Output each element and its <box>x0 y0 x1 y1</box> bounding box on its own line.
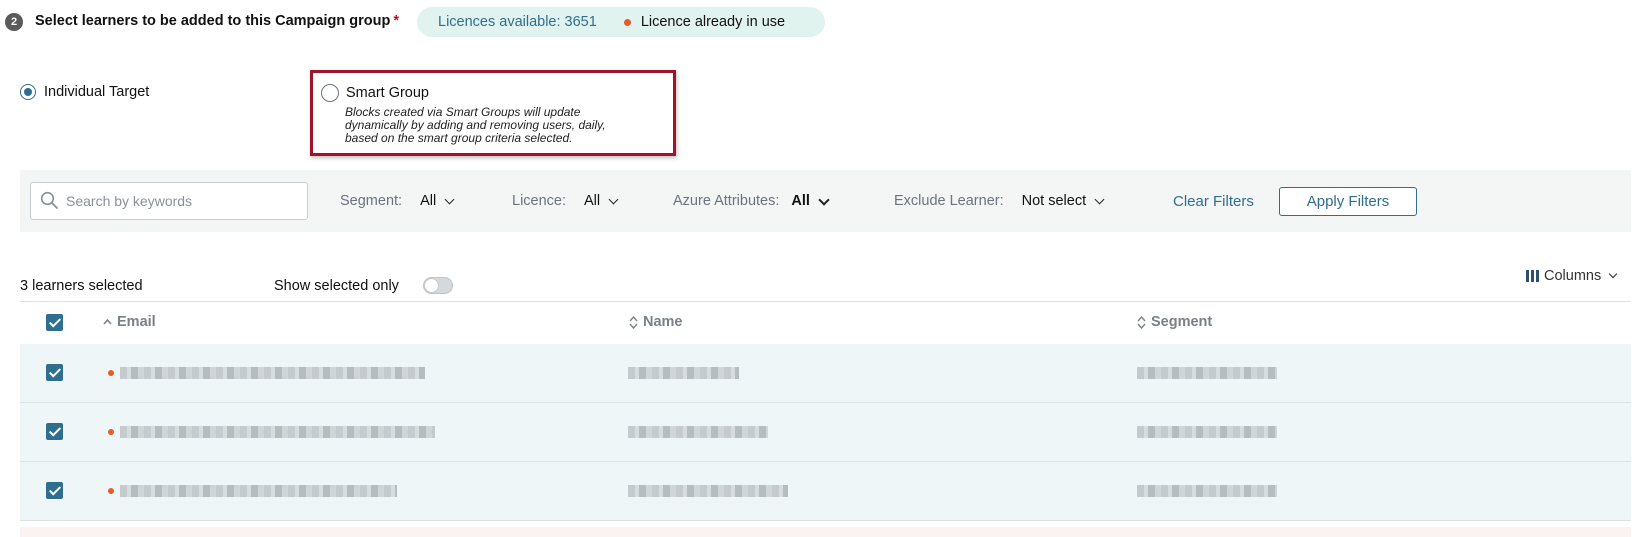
name-cell-redacted <box>628 367 739 379</box>
name-cell-redacted <box>628 426 768 438</box>
columns-button[interactable]: Columns <box>1526 268 1618 284</box>
search-icon <box>40 191 58 209</box>
chevron-down-icon <box>444 194 455 205</box>
table-row[interactable] <box>20 462 1631 521</box>
toggle-knob <box>425 279 438 292</box>
sort-icon <box>1137 315 1146 329</box>
clear-filters-link[interactable]: Clear Filters <box>1173 193 1254 210</box>
licence-filter-label: Licence: <box>512 193 567 209</box>
section-title: Select learners to be added to this Camp… <box>35 13 399 29</box>
show-selected-label: Show selected only <box>274 278 399 294</box>
row-checkbox[interactable] <box>46 423 63 440</box>
sort-icon <box>629 315 638 329</box>
columns-label: Columns <box>1544 268 1602 284</box>
selected-count: 3 learners selected <box>20 278 143 294</box>
segment-cell-redacted <box>1137 367 1277 379</box>
table-row[interactable] <box>20 344 1631 403</box>
segment-filter-value: All <box>420 193 437 209</box>
chevron-down-icon <box>818 193 830 206</box>
row-checkbox[interactable] <box>46 364 63 381</box>
segment-header-label: Segment <box>1151 314 1213 330</box>
licence-in-use-dot-icon <box>108 488 114 494</box>
individual-target-radio[interactable] <box>20 84 36 100</box>
search-placeholder: Search by keywords <box>66 193 193 209</box>
licence-in-use-dot-icon <box>108 429 114 435</box>
email-cell-redacted <box>120 367 425 379</box>
email-header-label: Email <box>117 314 156 330</box>
segment-cell-redacted <box>1137 426 1277 438</box>
licence-in-use-legend: Licence already in use <box>640 14 786 30</box>
row-checkbox[interactable] <box>46 482 63 499</box>
required-marker: * <box>393 13 399 29</box>
exclude-learner-filter-label: Exclude Learner: <box>894 193 1004 209</box>
licence-filter[interactable]: Licence: All <box>512 193 619 209</box>
individual-target-option[interactable]: Individual Target <box>20 84 149 100</box>
section-title-text: Select learners to be added to this Camp… <box>35 13 391 29</box>
segment-cell-redacted <box>1137 485 1277 497</box>
name-column-header[interactable]: Name <box>629 314 683 330</box>
chevron-down-icon <box>608 194 619 205</box>
smart-group-description: Blocks created via Smart Groups will upd… <box>345 106 655 145</box>
email-column-header[interactable]: Email <box>103 314 156 330</box>
chevron-down-icon <box>1608 269 1618 279</box>
azure-attributes-filter-value: All <box>791 193 810 209</box>
segment-filter-label: Segment: <box>340 193 403 209</box>
azure-attributes-filter[interactable]: Azure Attributes: All <box>673 193 830 209</box>
name-cell-redacted <box>628 485 788 497</box>
email-cell-redacted <box>120 485 397 497</box>
exclude-learner-filter[interactable]: Exclude Learner: Not select <box>894 193 1105 209</box>
licence-in-use-dot-icon <box>623 18 631 26</box>
individual-target-label: Individual Target <box>44 84 150 100</box>
columns-icon <box>1526 270 1539 282</box>
smart-group-description-line: based on the smart group criteria select… <box>345 131 573 145</box>
horizontal-scrollbar[interactable] <box>20 527 1631 537</box>
table-row[interactable] <box>20 403 1631 462</box>
segment-column-header[interactable]: Segment <box>1137 314 1212 330</box>
licence-status-pill: Licences available: 3651 Licence already… <box>417 7 825 37</box>
step-number-badge: 2 <box>5 13 23 31</box>
licence-filter-value: All <box>584 193 601 209</box>
email-cell-redacted <box>120 426 435 438</box>
licence-in-use-dot-icon <box>108 370 114 376</box>
segment-filter[interactable]: Segment: All <box>340 193 455 209</box>
apply-filters-button[interactable]: Apply Filters <box>1279 187 1417 216</box>
sort-ascending-icon <box>103 319 112 325</box>
smart-group-radio[interactable] <box>321 84 339 102</box>
smart-group-label: Smart Group <box>346 85 429 101</box>
name-header-label: Name <box>643 314 683 330</box>
chevron-down-icon <box>1094 194 1105 205</box>
show-selected-toggle[interactable] <box>423 277 453 294</box>
exclude-learner-filter-value: Not select <box>1021 193 1087 209</box>
licences-available: Licences available: 3651 <box>438 14 597 30</box>
table-header: Email Name Segment <box>20 301 1631 345</box>
azure-attributes-filter-label: Azure Attributes: <box>673 193 780 209</box>
smart-group-option[interactable]: Smart Group <box>321 84 429 102</box>
select-all-checkbox[interactable] <box>46 314 63 331</box>
